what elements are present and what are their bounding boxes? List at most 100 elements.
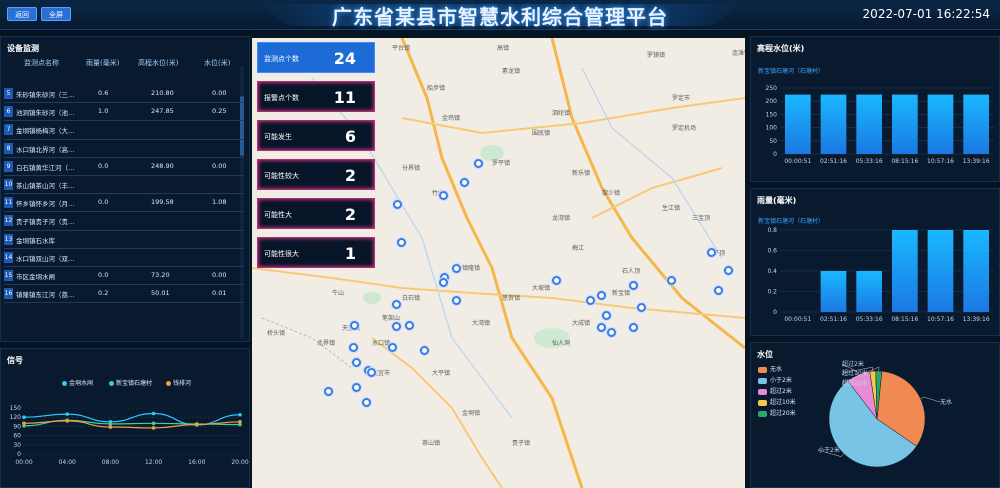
x-tick-label: 13:39:16 [963, 316, 990, 323]
station-marker-icon[interactable] [724, 266, 733, 275]
map-place-label: 围底镇 [532, 130, 551, 137]
signal-legend-2[interactable]: 新宝镇石塘村 [109, 378, 152, 387]
station-marker-icon[interactable] [439, 191, 448, 200]
data-point[interactable] [238, 420, 242, 424]
bar[interactable] [927, 230, 954, 312]
bar[interactable] [927, 94, 954, 154]
table-row[interactable]: 11 怀乡镇怀乡河（月… 0.0 199.58 1.08 [4, 194, 244, 213]
bar[interactable] [856, 271, 883, 312]
row-level: 0.00 [212, 89, 227, 97]
station-marker-icon[interactable] [397, 238, 406, 247]
data-point[interactable] [151, 421, 156, 426]
stat-card[interactable]: 可能性很大 1 [257, 237, 375, 268]
station-marker-icon[interactable] [552, 276, 561, 285]
signal-legend-1[interactable]: 金垌水闸 [62, 378, 93, 387]
stat-card[interactable]: 可能性大 2 [257, 198, 375, 229]
map-place-label: 罗镜镇 [647, 52, 666, 59]
station-marker-icon[interactable] [597, 323, 606, 332]
data-point[interactable] [65, 419, 69, 423]
station-marker-icon[interactable] [637, 303, 646, 312]
station-marker-icon[interactable] [460, 178, 469, 187]
table-row[interactable]: 16 镇隆镇东江河（荔… 0.2 50.01 0.01 [4, 285, 244, 304]
station-marker-icon[interactable] [405, 321, 414, 330]
station-marker-icon[interactable] [388, 343, 397, 352]
x-tick-label: 10:57:16 [927, 158, 954, 165]
data-point[interactable] [22, 421, 26, 426]
row-name: 金垌镇杨梅河（大… [16, 127, 75, 136]
station-marker-icon[interactable] [707, 248, 716, 257]
table-row[interactable]: 6 池洞镇朱砂河（池… 1.0 247.85 0.25 [4, 103, 244, 122]
data-point[interactable] [65, 412, 69, 416]
table-row[interactable]: 10 茶山镇茶山河（丰… [4, 176, 244, 195]
station-marker-icon[interactable] [352, 358, 361, 367]
station-marker-icon[interactable] [629, 323, 638, 332]
station-marker-icon[interactable] [362, 398, 371, 407]
table-row[interactable]: 7 金垌镇杨梅河（大… [4, 121, 244, 140]
table-row[interactable]: 9 白石镇黄华江河（… 0.0 248.90 0.00 [4, 158, 244, 176]
station-marker-icon[interactable] [586, 296, 595, 305]
row-elevation: 50.01 [151, 289, 170, 298]
station-marker-icon[interactable] [452, 264, 461, 273]
station-marker-icon[interactable] [324, 387, 333, 396]
station-marker-icon[interactable] [602, 311, 611, 320]
map-place-label: 贵子镇 [512, 440, 531, 447]
station-marker-icon[interactable] [393, 200, 402, 209]
data-point[interactable] [108, 422, 113, 426]
back-button[interactable]: 返回 [7, 7, 37, 21]
data-point[interactable] [22, 415, 26, 419]
station-marker-icon[interactable] [392, 300, 401, 309]
data-point[interactable] [151, 411, 156, 416]
data-point[interactable] [238, 412, 242, 417]
data-point[interactable] [195, 422, 199, 427]
fullscreen-button[interactable]: 全屏 [41, 7, 71, 21]
station-marker-icon[interactable] [439, 278, 448, 287]
datetime: 2022-07-01 16:22:54 [862, 7, 990, 21]
data-point[interactable] [151, 426, 156, 430]
bar[interactable] [784, 94, 811, 154]
table-row[interactable]: 8 水口镇北界河（高… [4, 140, 244, 158]
x-tick-label: 04:00 [59, 459, 76, 466]
station-marker-icon[interactable] [349, 343, 358, 352]
station-marker-icon[interactable] [714, 286, 723, 295]
station-marker-icon[interactable] [452, 296, 461, 305]
row-rain: 0.2 [98, 289, 109, 298]
y-tick-label: 100 [766, 125, 778, 132]
table-row[interactable]: 14 水口镇双山河（双… [4, 249, 244, 267]
row-name: 水口镇双山河（双… [16, 254, 75, 263]
signal-legend-3[interactable]: 钱排河 [166, 378, 191, 387]
station-marker-icon[interactable] [367, 368, 376, 377]
stat-card[interactable]: 可能发生 6 [257, 120, 375, 151]
station-marker-icon[interactable] [392, 322, 401, 331]
row-index: 12 [4, 215, 13, 227]
bar[interactable] [891, 94, 918, 154]
map-view[interactable]: 平台镇 高镇罗定市 罗镜镇 连滩镇素龙镇船步镇金鸡镇 泗纶镇围底镇分界镇新乐镇 罗平镇黎少… [252, 38, 745, 488]
station-marker-icon[interactable] [350, 321, 359, 330]
stat-card[interactable]: 监测点个数 24 [257, 42, 375, 73]
bar[interactable] [963, 94, 990, 154]
table-row[interactable]: 13 金垌镇石水库 [4, 231, 244, 249]
row-name: 池洞镇朱砂河（池… [16, 109, 75, 118]
stat-card[interactable]: 可能性较大 2 [257, 159, 375, 190]
bar[interactable] [820, 271, 847, 312]
leader-line [920, 396, 941, 403]
table-row[interactable]: 15 市区金垌水闸 0.0 73.20 0.00 [4, 267, 244, 286]
map-place-label: 三宝顶 [692, 215, 711, 222]
station-marker-icon[interactable] [474, 159, 483, 168]
bar[interactable] [963, 230, 990, 312]
map-place-label: 泗纶镇 [552, 110, 571, 117]
station-marker-icon[interactable] [597, 291, 606, 300]
table-row[interactable]: 5 朱砂镇朱砂河（三… 0.6 210.80 0.00 [4, 85, 244, 104]
stat-card[interactable]: 报警点个数 11 [257, 81, 375, 112]
station-marker-icon[interactable] [629, 281, 638, 290]
station-marker-icon[interactable] [667, 276, 676, 285]
bar[interactable] [891, 230, 918, 312]
bar[interactable] [820, 94, 847, 154]
station-marker-icon[interactable] [352, 383, 361, 392]
series-line [23, 420, 241, 429]
bar[interactable] [856, 94, 883, 154]
row-rain: 1.0 [98, 107, 109, 116]
table-row[interactable]: 12 贵子镇贵子河（贵… [4, 212, 244, 231]
station-marker-icon[interactable] [607, 328, 616, 337]
station-marker-icon[interactable] [420, 346, 429, 355]
data-point[interactable] [108, 425, 113, 429]
